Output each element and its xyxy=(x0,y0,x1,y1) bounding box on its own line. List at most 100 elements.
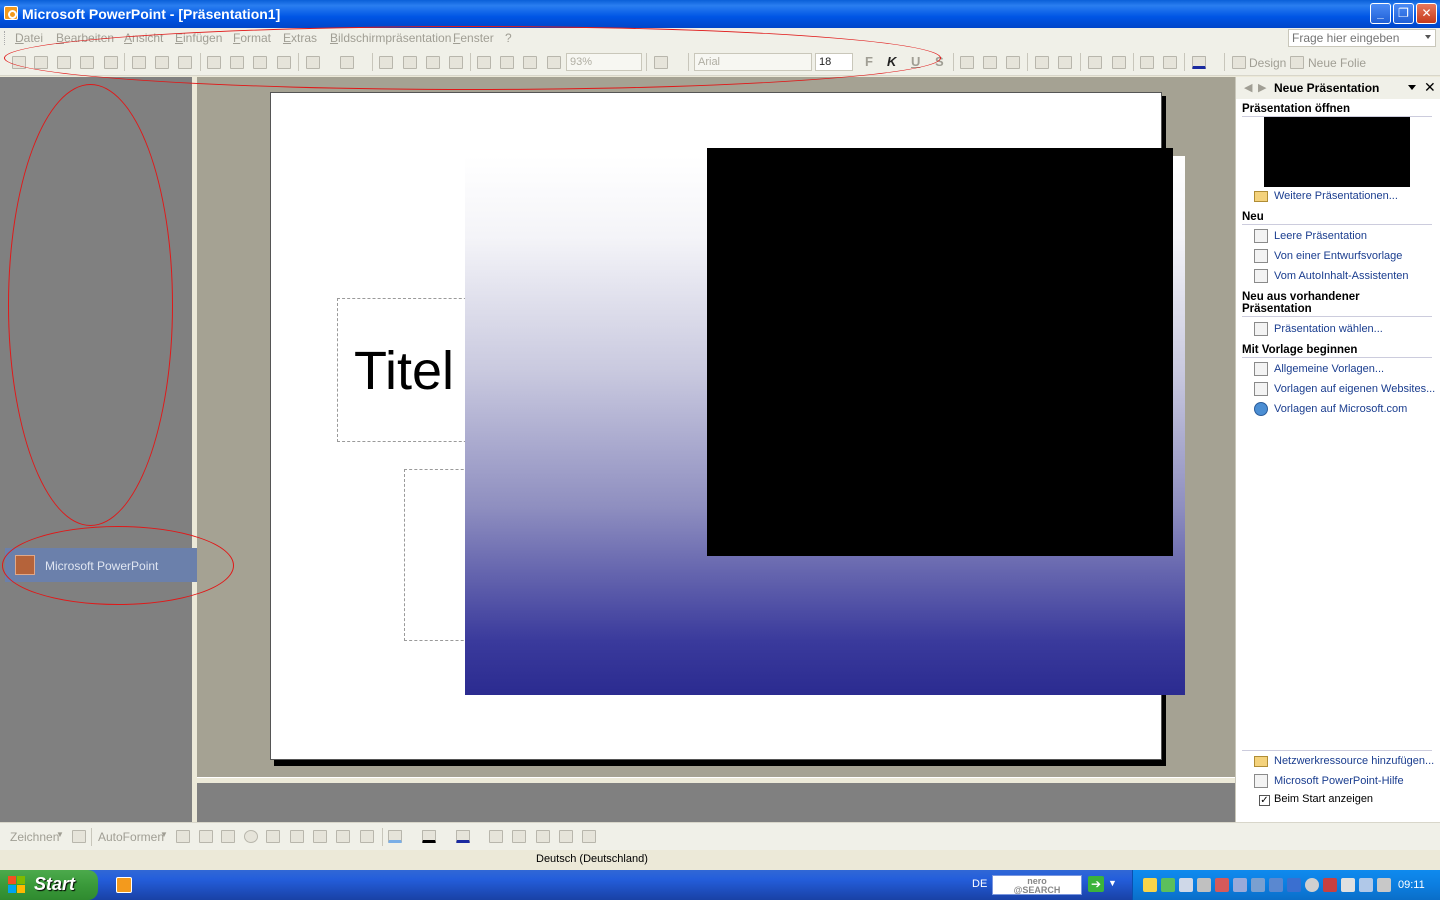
textbox-icon[interactable] xyxy=(266,830,280,843)
print-icon[interactable] xyxy=(132,56,146,69)
save-icon[interactable] xyxy=(57,56,71,69)
wordart-icon[interactable] xyxy=(290,830,304,843)
design-icon[interactable] xyxy=(1232,56,1246,69)
menu-bildschirmpraesentation[interactable]: Bildschirmpräsentation xyxy=(330,31,451,45)
taskbar-clock[interactable]: 09:11 xyxy=(1398,879,1425,891)
outline-pane[interactable] xyxy=(0,77,192,822)
bluetooth-icon[interactable] xyxy=(1287,878,1301,892)
font-color-icon[interactable] xyxy=(456,830,470,843)
italic-button[interactable]: K xyxy=(887,54,896,69)
increase-font-icon[interactable] xyxy=(1088,56,1102,69)
spellcheck-icon[interactable] xyxy=(178,56,192,69)
minimize-button[interactable]: _ xyxy=(1370,3,1391,24)
dash-style-icon[interactable] xyxy=(512,830,526,843)
chevron-down-icon[interactable]: ▼ xyxy=(160,830,168,839)
link-add-network-resource[interactable]: Netzwerkressource hinzufügen... xyxy=(1274,755,1434,767)
draw-menu-button[interactable]: Zeichnen xyxy=(10,830,59,844)
disk-icon[interactable] xyxy=(1305,878,1319,892)
start-button[interactable]: Start xyxy=(0,870,98,900)
network-icon[interactable] xyxy=(1161,878,1175,892)
print-preview-icon[interactable] xyxy=(155,56,169,69)
display-icon[interactable] xyxy=(1359,878,1373,892)
insert-table-icon[interactable] xyxy=(403,56,417,69)
tables-borders-icon[interactable] xyxy=(426,56,440,69)
align-left-icon[interactable] xyxy=(960,56,974,69)
menubar-grip[interactable] xyxy=(4,31,7,45)
paste-icon[interactable] xyxy=(253,56,267,69)
menu-ansicht[interactable]: Ansicht xyxy=(124,31,163,45)
nero-search-box[interactable]: nero @SEARCH xyxy=(992,875,1082,895)
slide-title-text[interactable]: Titel xyxy=(354,340,454,402)
line-color-icon[interactable] xyxy=(422,830,436,843)
undo-icon[interactable] xyxy=(306,56,320,69)
chevron-down-icon[interactable] xyxy=(1425,35,1431,39)
decrease-font-icon[interactable] xyxy=(1112,56,1126,69)
notes-pane[interactable] xyxy=(197,783,1235,822)
close-button[interactable]: ✕ xyxy=(1416,3,1437,24)
menu-extras[interactable]: Extras xyxy=(283,31,317,45)
link-choose-presentation[interactable]: Präsentation wählen... xyxy=(1274,323,1383,335)
new-icon[interactable] xyxy=(12,56,26,69)
grid-icon[interactable] xyxy=(523,56,537,69)
fill-color-icon[interactable] xyxy=(388,830,402,843)
update-icon[interactable] xyxy=(1269,878,1283,892)
design-button[interactable]: Design xyxy=(1249,56,1286,70)
language-indicator[interactable]: DE xyxy=(972,878,987,890)
link-design-template[interactable]: Von einer Entwurfsvorlage xyxy=(1274,250,1402,262)
shadow-button[interactable]: S xyxy=(935,54,944,69)
picture-icon[interactable] xyxy=(360,830,374,843)
line-style-icon[interactable] xyxy=(489,830,503,843)
zoom-select[interactable]: 93% xyxy=(566,53,642,71)
device-icon[interactable] xyxy=(1341,878,1355,892)
align-right-icon[interactable] xyxy=(1006,56,1020,69)
bold-button[interactable]: F xyxy=(865,54,873,69)
font-size-select[interactable]: 18 xyxy=(815,53,853,71)
powerpoint-app-icon[interactable] xyxy=(4,6,18,20)
redo-icon[interactable] xyxy=(340,56,354,69)
connection-icon[interactable] xyxy=(1233,878,1247,892)
open-icon[interactable] xyxy=(34,56,48,69)
show-formatting-icon[interactable] xyxy=(500,56,514,69)
back-icon[interactable]: ◀ xyxy=(1244,81,1252,94)
link-website-templates[interactable]: Vorlagen auf eigenen Websites... xyxy=(1274,383,1435,395)
menu-einfuegen[interactable]: Einfügen xyxy=(175,31,222,45)
monitor-icon[interactable] xyxy=(1179,878,1193,892)
recent-presentation-preview[interactable] xyxy=(1264,117,1410,187)
task-pane-close-icon[interactable]: ✕ xyxy=(1424,79,1436,96)
firewall-icon[interactable] xyxy=(1323,878,1337,892)
format-painter-icon[interactable] xyxy=(277,56,291,69)
font-select[interactable]: Arial xyxy=(694,53,812,71)
expand-all-icon[interactable] xyxy=(477,56,491,69)
search-go-icon[interactable]: ➔ xyxy=(1088,876,1104,892)
security-shield-icon[interactable] xyxy=(1143,878,1157,892)
3d-style-icon[interactable] xyxy=(582,830,596,843)
search-icon[interactable] xyxy=(104,56,118,69)
autoshapes-button[interactable]: AutoFormen xyxy=(98,830,164,844)
increase-indent-icon[interactable] xyxy=(1163,56,1177,69)
help-icon[interactable] xyxy=(654,56,668,69)
link-more-presentations[interactable]: Weitere Präsentationen... xyxy=(1274,190,1398,202)
insert-chart-icon[interactable] xyxy=(379,56,393,69)
printer-icon[interactable] xyxy=(1377,878,1391,892)
menu-format[interactable]: Format xyxy=(233,31,271,45)
menu-bearbeiten[interactable]: Bearbeiten xyxy=(56,31,114,45)
chevron-down-icon[interactable]: ▼ xyxy=(1108,878,1117,888)
arrow-icon[interactable] xyxy=(199,830,213,843)
clipart-icon[interactable] xyxy=(336,830,350,843)
show-at-startup-checkbox[interactable]: ✓ xyxy=(1259,795,1270,806)
cut-icon[interactable] xyxy=(207,56,221,69)
subtitle-placeholder[interactable] xyxy=(404,469,474,641)
align-center-icon[interactable] xyxy=(983,56,997,69)
menu-datei[interactable]: Datei xyxy=(15,31,43,45)
link-powerpoint-help[interactable]: Microsoft PowerPoint-Hilfe xyxy=(1274,775,1404,787)
line-icon[interactable] xyxy=(176,830,190,843)
dragged-taskbar-button[interactable]: Microsoft PowerPoint xyxy=(5,548,229,582)
oval-icon[interactable] xyxy=(244,830,258,843)
shadow-style-icon[interactable] xyxy=(559,830,573,843)
hyperlink-icon[interactable] xyxy=(449,56,463,69)
chevron-down-icon[interactable]: ▼ xyxy=(56,830,64,839)
permission-icon[interactable] xyxy=(80,56,94,69)
link-microsoft-templates[interactable]: Vorlagen auf Microsoft.com xyxy=(1274,403,1407,415)
help-question-input[interactable] xyxy=(1288,29,1436,47)
copy-icon[interactable] xyxy=(230,56,244,69)
